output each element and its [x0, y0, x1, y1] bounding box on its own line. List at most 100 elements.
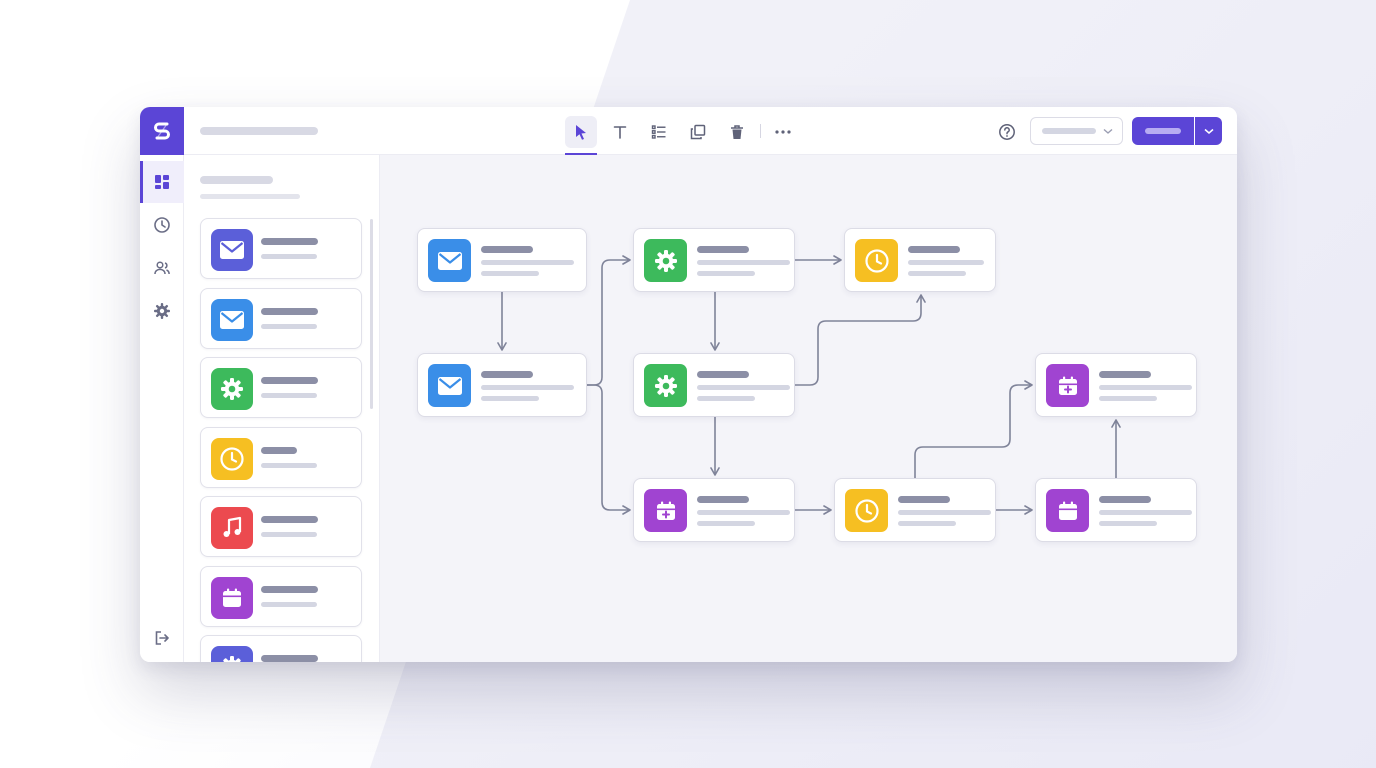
node-line-placeholder [1099, 396, 1157, 401]
node-line-placeholder [697, 510, 790, 515]
connector-arrow[interactable] [795, 294, 926, 386]
s-logo-icon[interactable] [140, 107, 184, 155]
gear-icon [211, 368, 253, 410]
clock-icon [845, 489, 888, 532]
toolbar-divider [760, 124, 761, 138]
component-card[interactable] [200, 635, 362, 662]
components-panel [184, 155, 380, 662]
dashboard-icon [155, 175, 169, 189]
card-title-placeholder [261, 655, 318, 662]
card-subtitle-placeholder [261, 532, 317, 537]
node-line-placeholder [908, 260, 984, 265]
flow-node[interactable] [1035, 478, 1197, 542]
connector-arrow[interactable] [587, 384, 631, 515]
clock-icon [211, 437, 253, 480]
card-subtitle-placeholder [261, 254, 317, 259]
node-line-placeholder [697, 521, 755, 526]
flow-node[interactable] [633, 478, 795, 542]
settings-icon [154, 303, 170, 319]
node-line-placeholder [697, 385, 790, 390]
help-button[interactable] [991, 116, 1023, 148]
tool-pointer[interactable] [565, 116, 597, 148]
rail-item-settings[interactable] [140, 290, 184, 332]
rail-item-logout[interactable] [140, 617, 184, 659]
flow-node[interactable] [633, 353, 795, 417]
node-line-placeholder [481, 271, 539, 276]
workflow-canvas[interactable] [380, 155, 1237, 662]
primary-action-button[interactable] [1132, 117, 1194, 145]
text-icon [613, 126, 627, 139]
left-rail [140, 107, 184, 662]
connector-arrow[interactable] [587, 255, 631, 386]
calendar-add-icon [644, 489, 687, 532]
chevron-down-icon [1204, 128, 1213, 134]
music-icon [211, 507, 253, 549]
flow-node[interactable] [417, 353, 587, 417]
flow-node[interactable] [834, 478, 996, 542]
card-subtitle-placeholder [261, 462, 317, 468]
gear-icon [644, 364, 687, 407]
history-icon [154, 217, 170, 233]
mail-icon [211, 229, 253, 271]
view-select-dropdown[interactable] [1030, 117, 1123, 145]
node-title-placeholder [697, 496, 749, 503]
rail-item-users[interactable] [140, 247, 184, 289]
node-line-placeholder [481, 385, 574, 390]
mail-icon [428, 364, 471, 407]
rail-item-history[interactable] [140, 204, 184, 246]
card-subtitle-placeholder [261, 601, 317, 607]
node-line-placeholder [898, 510, 991, 515]
component-card[interactable] [200, 565, 362, 627]
component-card[interactable] [200, 287, 362, 349]
node-title-placeholder [697, 246, 749, 253]
logout-icon [155, 631, 169, 645]
node-title-placeholder [1099, 496, 1151, 503]
tool-delete[interactable] [721, 116, 753, 148]
flow-node[interactable] [417, 228, 587, 292]
node-line-placeholder [908, 271, 966, 276]
tool-text[interactable] [604, 116, 636, 148]
flow-node[interactable] [1035, 353, 1197, 417]
tool-more[interactable] [767, 116, 799, 148]
card-title-placeholder [261, 377, 318, 384]
calendar-add-icon [1046, 364, 1089, 407]
primary-action-dropdown[interactable] [1195, 117, 1222, 145]
calendar-icon [1046, 489, 1089, 532]
node-title-placeholder [898, 496, 950, 503]
card-subtitle-placeholder [261, 323, 317, 329]
component-card[interactable] [200, 496, 362, 557]
flow-node[interactable] [844, 228, 996, 292]
gear-icon [211, 646, 253, 662]
clock-icon [855, 239, 898, 282]
node-line-placeholder [481, 396, 539, 401]
card-title-placeholder [261, 585, 318, 593]
panel-subheading-placeholder [200, 194, 300, 199]
node-line-placeholder [898, 521, 956, 526]
top-toolbar [184, 107, 1237, 155]
app-window [140, 107, 1237, 662]
card-title-placeholder [261, 238, 318, 245]
card-subtitle-placeholder [261, 393, 317, 398]
card-title-placeholder [261, 516, 318, 523]
node-line-placeholder [1099, 385, 1192, 390]
node-title-placeholder [697, 371, 749, 378]
primary-label-placeholder [1145, 128, 1181, 134]
node-line-placeholder [1099, 510, 1192, 515]
node-title-placeholder [481, 371, 533, 378]
chevron-down-icon [1103, 128, 1113, 134]
rail-item-dashboard[interactable] [140, 161, 184, 203]
node-line-placeholder [697, 271, 755, 276]
select-value-placeholder [1042, 128, 1096, 134]
tool-list[interactable] [643, 116, 675, 148]
tool-duplicate[interactable] [682, 116, 714, 148]
more-icon [775, 130, 791, 134]
component-card[interactable] [200, 218, 362, 279]
panel-heading-placeholder [200, 176, 273, 184]
node-title-placeholder [481, 246, 533, 253]
component-card[interactable] [200, 357, 362, 418]
component-card[interactable] [200, 426, 362, 488]
panel-scrollbar[interactable] [370, 219, 373, 409]
connector-arrow[interactable] [914, 380, 1033, 478]
node-line-placeholder [697, 396, 755, 401]
flow-node[interactable] [633, 228, 795, 292]
